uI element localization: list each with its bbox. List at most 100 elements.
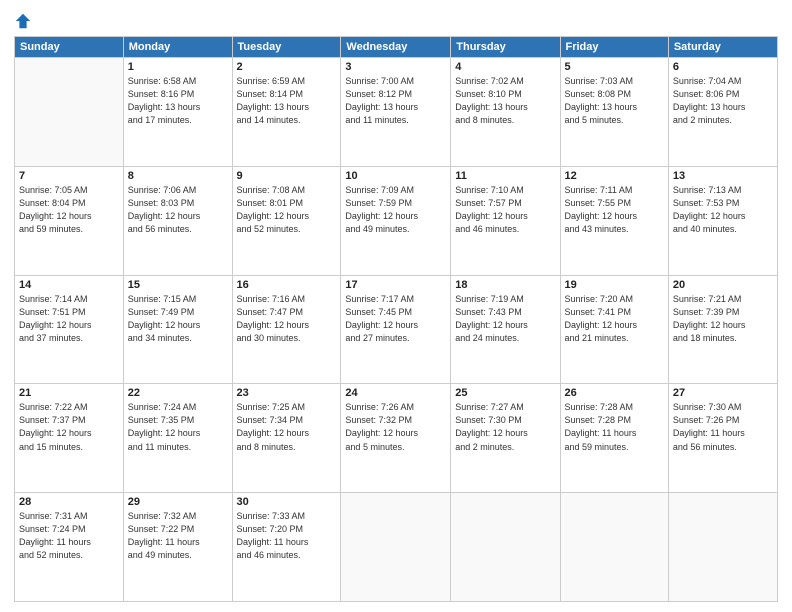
day-number: 2 (237, 61, 337, 73)
day-number: 20 (673, 279, 773, 291)
week-row-1: 1 Sunrise: 6:58 AM Sunset: 8:16 PM Daylig… (15, 58, 778, 167)
calendar-cell: 28Sunrise: 7:31 AM Sunset: 7:24 PM Dayli… (15, 493, 124, 602)
week-row-4: 21 Sunrise: 7:22 AM Sunset: 7:37 PM Dayli… (15, 384, 778, 493)
calendar-cell: 14Sunrise: 7:14 AM Sunset: 7:51 PM Dayli… (15, 275, 124, 384)
day-number: 28 (19, 496, 119, 508)
day-info: Sunrise: 7:17 AM Sunset: 7:45 PM Dayligh… (345, 293, 446, 345)
day-info: Sunrise: 7:19 AM Sunset: 7:43 PM Dayligh… (455, 293, 555, 345)
day-number: 3 (345, 61, 446, 73)
day-info: Sunrise: 7:22 AM Sunset: 7:37 PM Dayligh… (19, 401, 119, 453)
day-number: 27 (673, 387, 773, 399)
day-info: Sunrise: 7:28 AM Sunset: 7:28 PM Dayligh… (565, 401, 664, 453)
day-info: Sunrise: 7:20 AM Sunset: 7:41 PM Dayligh… (565, 293, 664, 345)
day-info: Sunrise: 7:02 AM Sunset: 8:10 PM Dayligh… (455, 75, 555, 127)
calendar-cell: 7 Sunrise: 7:05 AM Sunset: 8:04 PM Daylig… (15, 166, 124, 275)
week-row-5: 28Sunrise: 7:31 AM Sunset: 7:24 PM Dayli… (15, 493, 778, 602)
calendar-cell: 3 Sunrise: 7:00 AM Sunset: 8:12 PM Daylig… (341, 58, 451, 167)
day-info: Sunrise: 7:21 AM Sunset: 7:39 PM Dayligh… (673, 293, 773, 345)
day-number: 30 (237, 496, 337, 508)
weekday-header-sunday: Sunday (15, 37, 124, 58)
day-info: Sunrise: 7:13 AM Sunset: 7:53 PM Dayligh… (673, 184, 773, 236)
day-info: Sunrise: 7:05 AM Sunset: 8:04 PM Dayligh… (19, 184, 119, 236)
header (14, 10, 778, 30)
day-number: 4 (455, 61, 555, 73)
weekday-header-friday: Friday (560, 37, 668, 58)
calendar-cell: 26Sunrise: 7:28 AM Sunset: 7:28 PM Dayli… (560, 384, 668, 493)
day-info: Sunrise: 7:08 AM Sunset: 8:01 PM Dayligh… (237, 184, 337, 236)
day-number: 16 (237, 279, 337, 291)
day-number: 21 (19, 387, 119, 399)
day-number: 23 (237, 387, 337, 399)
week-row-3: 14Sunrise: 7:14 AM Sunset: 7:51 PM Dayli… (15, 275, 778, 384)
calendar-cell (341, 493, 451, 602)
calendar-cell: 12 Sunrise: 7:11 AM Sunset: 7:55 PM Dayli… (560, 166, 668, 275)
day-info: Sunrise: 7:32 AM Sunset: 7:22 PM Dayligh… (128, 510, 228, 562)
day-info: Sunrise: 7:24 AM Sunset: 7:35 PM Dayligh… (128, 401, 228, 453)
calendar-cell: 8 Sunrise: 7:06 AM Sunset: 8:03 PM Daylig… (123, 166, 232, 275)
calendar-cell: 6 Sunrise: 7:04 AM Sunset: 8:06 PM Daylig… (668, 58, 777, 167)
calendar-cell: 21 Sunrise: 7:22 AM Sunset: 7:37 PM Dayli… (15, 384, 124, 493)
day-info: Sunrise: 7:27 AM Sunset: 7:30 PM Dayligh… (455, 401, 555, 453)
day-number: 25 (455, 387, 555, 399)
calendar-cell (451, 493, 560, 602)
day-number: 7 (19, 170, 119, 182)
day-info: Sunrise: 7:06 AM Sunset: 8:03 PM Dayligh… (128, 184, 228, 236)
day-number: 10 (345, 170, 446, 182)
day-info: Sunrise: 7:04 AM Sunset: 8:06 PM Dayligh… (673, 75, 773, 127)
weekday-header-thursday: Thursday (451, 37, 560, 58)
day-number: 11 (455, 170, 555, 182)
day-info: Sunrise: 6:59 AM Sunset: 8:14 PM Dayligh… (237, 75, 337, 127)
logo (14, 10, 34, 30)
day-number: 19 (565, 279, 664, 291)
day-number: 12 (565, 170, 664, 182)
day-number: 1 (128, 61, 228, 73)
calendar-cell: 27 Sunrise: 7:30 AM Sunset: 7:26 PM Dayli… (668, 384, 777, 493)
logo-icon (14, 12, 32, 30)
calendar-cell: 29 Sunrise: 7:32 AM Sunset: 7:22 PM Dayli… (123, 493, 232, 602)
day-info: Sunrise: 7:14 AM Sunset: 7:51 PM Dayligh… (19, 293, 119, 345)
calendar-cell: 23 Sunrise: 7:25 AM Sunset: 7:34 PM Dayli… (232, 384, 341, 493)
day-info: Sunrise: 7:10 AM Sunset: 7:57 PM Dayligh… (455, 184, 555, 236)
day-info: Sunrise: 7:33 AM Sunset: 7:20 PM Dayligh… (237, 510, 337, 562)
calendar-cell: 25 Sunrise: 7:27 AM Sunset: 7:30 PM Dayli… (451, 384, 560, 493)
day-number: 29 (128, 496, 228, 508)
day-number: 6 (673, 61, 773, 73)
calendar-cell: 13 Sunrise: 7:13 AM Sunset: 7:53 PM Dayli… (668, 166, 777, 275)
calendar-cell: 16 Sunrise: 7:16 AM Sunset: 7:47 PM Dayli… (232, 275, 341, 384)
day-number: 8 (128, 170, 228, 182)
calendar-cell (668, 493, 777, 602)
day-info: Sunrise: 7:00 AM Sunset: 8:12 PM Dayligh… (345, 75, 446, 127)
calendar-cell: 19 Sunrise: 7:20 AM Sunset: 7:41 PM Dayli… (560, 275, 668, 384)
weekday-header-tuesday: Tuesday (232, 37, 341, 58)
calendar-cell: 2 Sunrise: 6:59 AM Sunset: 8:14 PM Daylig… (232, 58, 341, 167)
day-info: Sunrise: 7:25 AM Sunset: 7:34 PM Dayligh… (237, 401, 337, 453)
calendar-cell: 9 Sunrise: 7:08 AM Sunset: 8:01 PM Daylig… (232, 166, 341, 275)
calendar-cell: 10Sunrise: 7:09 AM Sunset: 7:59 PM Dayli… (341, 166, 451, 275)
calendar-cell: 15Sunrise: 7:15 AM Sunset: 7:49 PM Dayli… (123, 275, 232, 384)
calendar-cell: 18 Sunrise: 7:19 AM Sunset: 7:43 PM Dayli… (451, 275, 560, 384)
calendar-cell: 5Sunrise: 7:03 AM Sunset: 8:08 PM Daylig… (560, 58, 668, 167)
day-info: Sunrise: 7:11 AM Sunset: 7:55 PM Dayligh… (565, 184, 664, 236)
calendar-cell: 24Sunrise: 7:26 AM Sunset: 7:32 PM Dayli… (341, 384, 451, 493)
day-info: Sunrise: 7:26 AM Sunset: 7:32 PM Dayligh… (345, 401, 446, 453)
calendar-cell: 20 Sunrise: 7:21 AM Sunset: 7:39 PM Dayli… (668, 275, 777, 384)
day-info: Sunrise: 7:16 AM Sunset: 7:47 PM Dayligh… (237, 293, 337, 345)
weekday-header-wednesday: Wednesday (341, 37, 451, 58)
weekday-header-monday: Monday (123, 37, 232, 58)
day-number: 18 (455, 279, 555, 291)
calendar-cell: 30 Sunrise: 7:33 AM Sunset: 7:20 PM Dayli… (232, 493, 341, 602)
day-number: 13 (673, 170, 773, 182)
day-number: 22 (128, 387, 228, 399)
day-info: Sunrise: 6:58 AM Sunset: 8:16 PM Dayligh… (128, 75, 228, 127)
calendar-cell: 17 Sunrise: 7:17 AM Sunset: 7:45 PM Dayli… (341, 275, 451, 384)
day-number: 9 (237, 170, 337, 182)
day-number: 5 (565, 61, 664, 73)
page: SundayMondayTuesdayWednesdayThursdayFrid… (0, 0, 792, 612)
calendar-cell: 11 Sunrise: 7:10 AM Sunset: 7:57 PM Dayli… (451, 166, 560, 275)
calendar-cell: 22 Sunrise: 7:24 AM Sunset: 7:35 PM Dayli… (123, 384, 232, 493)
day-info: Sunrise: 7:15 AM Sunset: 7:49 PM Dayligh… (128, 293, 228, 345)
calendar-cell: 1 Sunrise: 6:58 AM Sunset: 8:16 PM Daylig… (123, 58, 232, 167)
calendar-cell (560, 493, 668, 602)
day-number: 17 (345, 279, 446, 291)
day-info: Sunrise: 7:30 AM Sunset: 7:26 PM Dayligh… (673, 401, 773, 453)
